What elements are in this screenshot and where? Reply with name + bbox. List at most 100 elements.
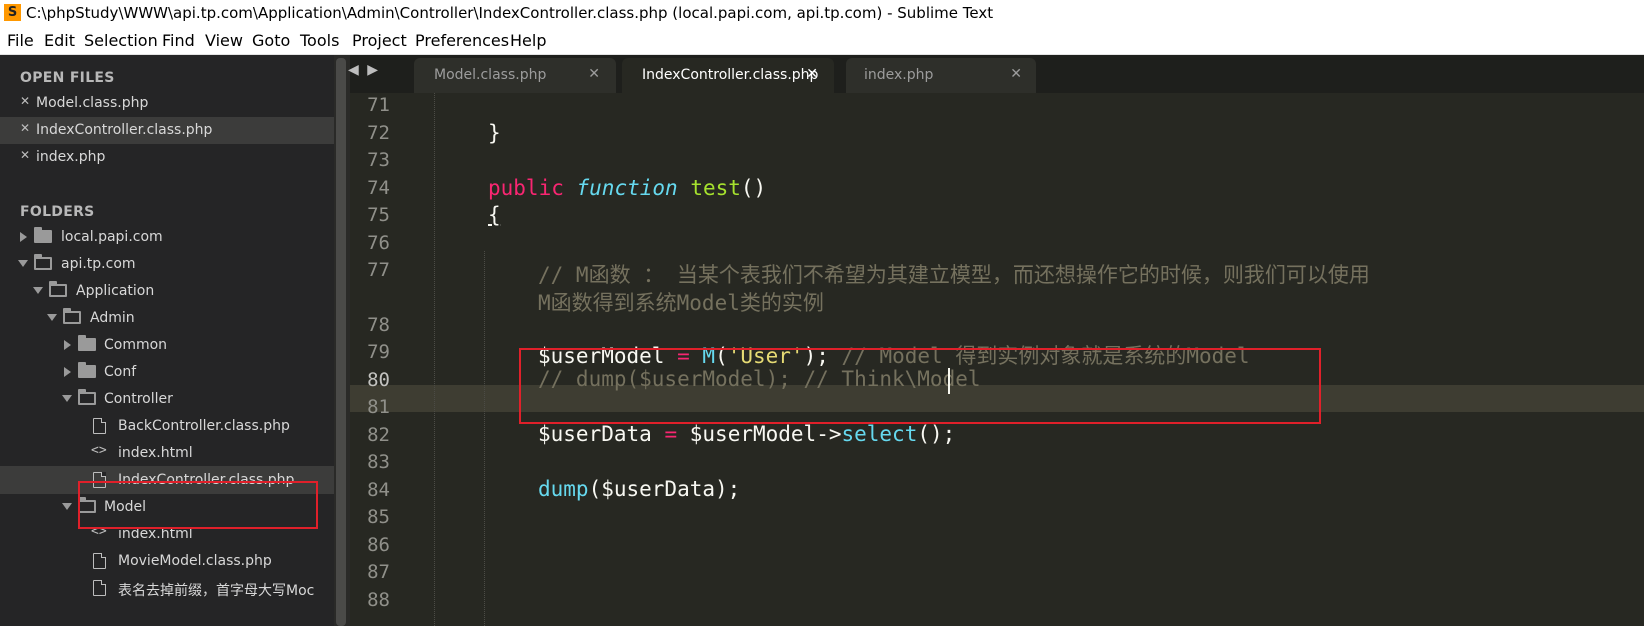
code-token: select — [841, 422, 918, 446]
folder-open-icon — [78, 389, 96, 405]
sidebar-scrollbar[interactable] — [336, 58, 346, 626]
menu-view[interactable]: View — [205, 31, 243, 50]
code-token: () — [740, 176, 767, 200]
code-token: M函数得到系统Model类的实例 — [538, 291, 824, 315]
open-file-item[interactable]: ✕ IndexController.class.php — [0, 117, 334, 144]
code-token: test — [690, 176, 741, 200]
folder-icon — [78, 362, 96, 378]
tree-item-label: index.html — [118, 445, 193, 461]
line-number: 76 — [367, 232, 390, 254]
arrow-left-icon[interactable]: ◀ — [348, 62, 359, 78]
chevron-right-icon[interactable] — [64, 367, 71, 377]
folder-open-icon — [34, 254, 52, 270]
code-token: function — [576, 176, 678, 200]
open-file-item[interactable]: ✕ Model.class.php — [0, 90, 334, 117]
close-icon[interactable]: ✕ — [20, 121, 30, 135]
line-number: 72 — [367, 122, 390, 144]
menu-selection[interactable]: Selection — [84, 31, 158, 50]
line-number: 81 — [367, 396, 390, 418]
annotation-box-sidebar — [78, 481, 318, 529]
tab-nav-arrows[interactable]: ◀ ▶ — [348, 62, 378, 78]
tab-label: index.php — [864, 67, 934, 83]
tree-item-local-papi-com[interactable]: local.papi.com — [0, 223, 334, 251]
open-file-label: IndexController.class.php — [36, 122, 213, 138]
menu-help[interactable]: Help — [510, 31, 546, 50]
code-token: = — [664, 422, 678, 446]
close-icon[interactable]: ✕ — [806, 66, 818, 82]
line-number-gutter: 71 72 73 74 75 76 77 78 79 80 81 82 83 8… — [350, 93, 418, 626]
tree-item-controller[interactable]: Controller — [0, 385, 334, 413]
chevron-right-icon[interactable] — [64, 340, 71, 350]
code-token: { — [488, 203, 501, 227]
folder-icon — [78, 335, 96, 351]
open-file-label: Model.class.php — [36, 95, 149, 111]
code-token: $userData — [538, 422, 652, 446]
tab-index-php[interactable]: index.php ✕ — [846, 58, 1036, 93]
tree-item-backcontroller[interactable]: BackController.class.php — [0, 412, 334, 440]
chevron-right-icon[interactable] — [20, 232, 27, 242]
line-number: 88 — [367, 589, 390, 611]
code-line-77: // M函数 ： 当某个表我们不希望为其建立模型，而还想操作它的时候，则我们可以… — [538, 259, 1370, 289]
menu-project[interactable]: Project — [352, 31, 407, 50]
open-file-label: index.php — [36, 149, 106, 165]
menu-goto[interactable]: Goto — [252, 31, 290, 50]
menu-tools[interactable]: Tools — [300, 31, 339, 50]
line-number: 85 — [367, 506, 390, 528]
file-icon — [93, 553, 106, 569]
tree-item-label: Application — [76, 283, 155, 299]
line-number: 74 — [367, 177, 390, 199]
annotation-box-code — [519, 348, 1321, 424]
code-token: dump — [538, 477, 589, 501]
folders-title: FOLDERS — [20, 204, 95, 220]
tree-item-api-tp-com[interactable]: api.tp.com — [0, 250, 334, 278]
window-title: C:\phpStudy\WWW\api.tp.com\Application\A… — [26, 4, 994, 22]
file-icon — [93, 418, 106, 434]
sidebar: OPEN FILES ✕ Model.class.php ✕ IndexCont… — [0, 55, 334, 626]
code-token: $userModel-> — [689, 422, 842, 446]
line-number: 78 — [367, 314, 390, 336]
tree-item-moviemodel[interactable]: MovieModel.class.php — [0, 547, 334, 575]
tree-item-label: Common — [104, 337, 168, 353]
close-icon[interactable]: ✕ — [588, 66, 600, 82]
tree-item-label: Conf — [104, 364, 137, 380]
menu-edit[interactable]: Edit — [44, 31, 75, 50]
chevron-down-icon[interactable] — [33, 287, 43, 294]
tab-model-class[interactable]: Model.class.php ✕ — [414, 58, 616, 93]
chevron-down-icon[interactable] — [18, 260, 28, 267]
folder-icon — [34, 227, 52, 243]
tree-item-index-html[interactable]: <> index.html — [0, 439, 334, 467]
menu-file[interactable]: File — [7, 31, 34, 50]
tree-item-chinese-file[interactable]: 表名去掉前缀，首字母大写Moc — [0, 574, 334, 602]
folder-open-icon — [49, 281, 67, 297]
file-icon — [93, 580, 106, 596]
menu-find[interactable]: Find — [162, 31, 195, 50]
open-file-item[interactable]: ✕ index.php — [0, 144, 334, 171]
arrow-right-icon[interactable]: ▶ — [367, 62, 378, 78]
chevron-down-icon[interactable] — [62, 503, 72, 510]
line-number: 79 — [367, 341, 390, 363]
tree-item-common[interactable]: Common — [0, 331, 334, 359]
tree-item-label: 表名去掉前缀，首字母大写Moc — [118, 583, 315, 599]
tree-item-label: BackController.class.php — [118, 418, 290, 434]
code-line-75: { — [488, 203, 501, 227]
tab-indexcontroller[interactable]: IndexController.class.php ✕ — [622, 58, 834, 93]
tree-item-conf[interactable]: Conf — [0, 358, 334, 386]
sublime-text-icon: S — [4, 4, 21, 21]
close-icon[interactable]: ✕ — [20, 148, 30, 162]
title-bar: S C:\phpStudy\WWW\api.tp.com\Application… — [0, 0, 1644, 26]
line-number: 82 — [367, 424, 390, 446]
chevron-down-icon[interactable] — [62, 395, 72, 402]
code-line-77-wrap: M函数得到系统Model类的实例 — [538, 287, 824, 317]
code-token: } — [488, 121, 501, 145]
close-icon[interactable]: ✕ — [1010, 66, 1022, 82]
tree-item-application[interactable]: Application — [0, 277, 334, 305]
indent-guide — [434, 93, 435, 626]
code-token: // M函数 ： 当某个表我们不希望为其建立模型，而还想操作它的时候，则我们可以… — [538, 263, 1370, 287]
tab-label: IndexController.class.php — [642, 67, 819, 83]
chevron-down-icon[interactable] — [47, 314, 57, 321]
line-number: 86 — [367, 534, 390, 556]
tree-item-label: Controller — [104, 391, 173, 407]
menu-preferences[interactable]: Preferences — [415, 31, 509, 50]
close-icon[interactable]: ✕ — [20, 94, 30, 108]
tree-item-admin[interactable]: Admin — [0, 304, 334, 332]
